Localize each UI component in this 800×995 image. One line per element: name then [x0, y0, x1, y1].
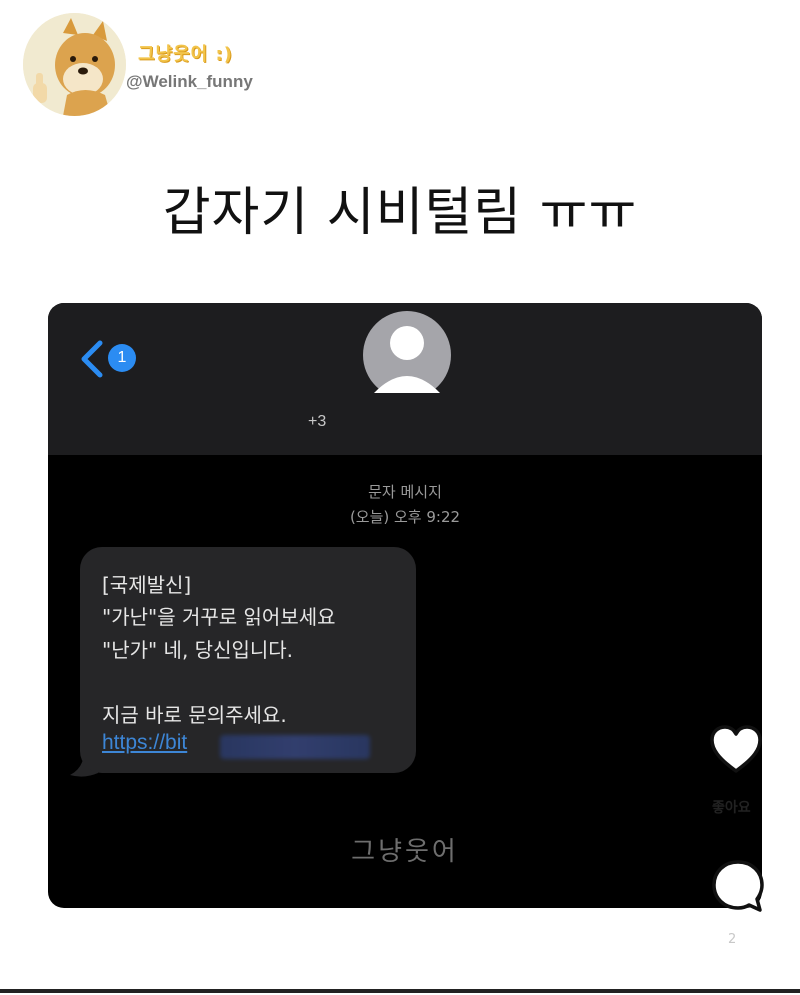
message-bubble: [국제발신] "가난"을 거꾸로 읽어보세요 "난가" 네, 당신입니다. 지금…	[80, 547, 416, 773]
shiba-dog-avatar-icon	[23, 13, 126, 116]
account-handle[interactable]: @Welink_funny	[126, 72, 253, 92]
watermark: 그냥웃어	[351, 837, 459, 867]
chevron-left-icon	[81, 340, 103, 378]
message-type-label: 문자 메시지	[368, 483, 442, 501]
comment-count: 2	[728, 932, 737, 947]
like-label[interactable]: 좋아요	[712, 797, 751, 817]
account-name[interactable]: 그냥웃어 :)	[138, 40, 233, 66]
bottom-divider	[0, 989, 800, 993]
blurred-link-redaction	[220, 735, 370, 759]
avatar[interactable]	[23, 13, 126, 116]
contact-number: +3	[308, 413, 327, 430]
heart-icon[interactable]	[708, 724, 764, 776]
message-line: [국제발신]	[102, 573, 192, 597]
post-headline: 갑자기 시비털림 ㅠㅠ	[162, 183, 638, 243]
back-button: 1	[76, 339, 146, 379]
message-line: 지금 바로 문의주세요.	[102, 703, 287, 727]
message-screenshot: 1 +3 문자 메시지 (오늘) 오후 9:22 [국제발신] "가난"을 거꾸…	[48, 303, 762, 908]
message-line: "가난"을 거꾸로 읽어보세요	[102, 605, 336, 629]
message-timestamp: (오늘) 오후 9:22	[349, 508, 461, 526]
unread-badge: 1	[108, 344, 136, 372]
screenshot-header: 1 +3	[48, 303, 762, 455]
message-link: https://bit	[102, 731, 188, 754]
message-line: "난가" 네, 당신입니다.	[102, 638, 294, 662]
comment-icon[interactable]	[708, 858, 768, 918]
person-icon	[354, 307, 460, 393]
